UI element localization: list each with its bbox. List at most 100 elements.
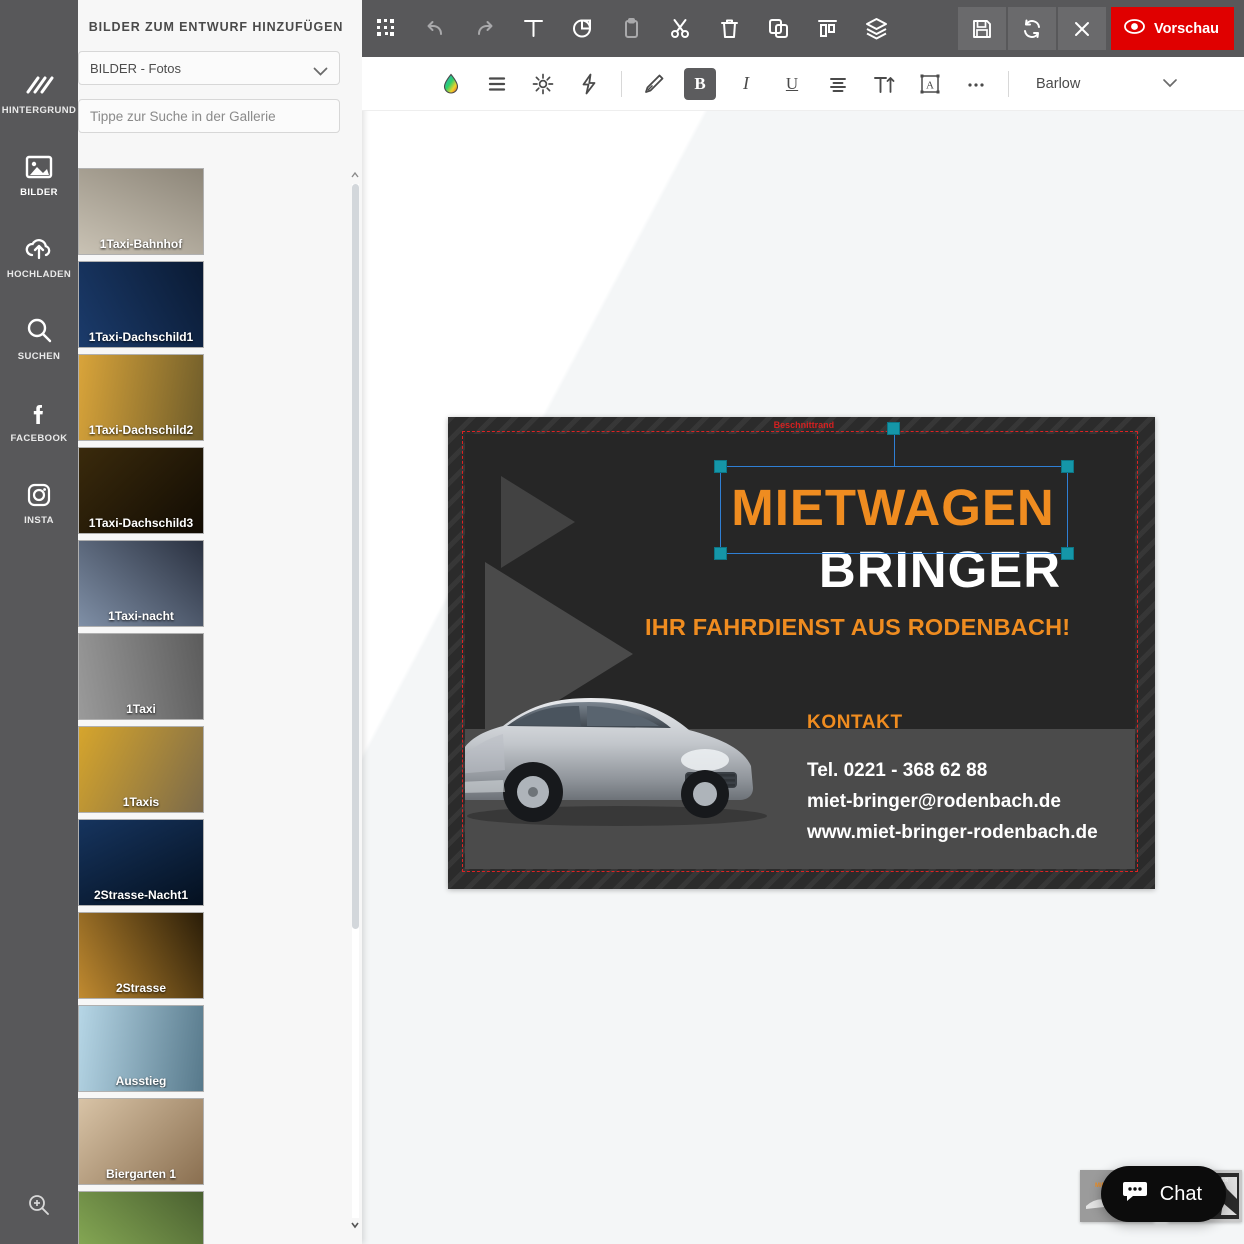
bold-button[interactable]: B (684, 67, 716, 100)
scroll-down-icon[interactable] (350, 1220, 360, 1232)
text-align-button[interactable] (815, 57, 861, 111)
selection-box[interactable] (714, 422, 1074, 560)
toolbar-right-group: Vorschau (957, 0, 1244, 57)
sidebar-item-hochladen[interactable]: HOCHLADEN (0, 226, 78, 286)
resize-handle-bottom-right[interactable] (1061, 547, 1074, 560)
pen-button[interactable] (631, 57, 677, 111)
image-gallery-panel: BILDER ZUM ENTWURF HINZUFÜGEN BILDER - F… (56, 0, 362, 1244)
sidebar-item-facebook[interactable]: FACEBOOK (0, 390, 78, 450)
zoom-in-button[interactable] (0, 1170, 78, 1244)
gallery-thumbnail[interactable]: 1Taxi-nacht (78, 540, 204, 627)
sidebar-item-suchen[interactable]: SUCHEN (0, 308, 78, 368)
undo-button[interactable] (411, 0, 460, 57)
save-button[interactable] (957, 7, 1006, 50)
duplicate-icon (769, 19, 788, 38)
gallery-thumbnail[interactable]: 1Taxi-Bahnhof (78, 168, 204, 255)
thumbnail-label: 2Strasse-Nacht1 (93, 888, 189, 902)
shape-icon (573, 19, 591, 38)
canvas-stage[interactable]: MIETWAGEN BRINGER IHR FAHRDIENST AUS ROD… (362, 111, 1244, 1244)
resize-handle-bottom-left[interactable] (714, 547, 727, 560)
more-icon (968, 82, 984, 87)
line-spacing-button[interactable] (474, 57, 520, 111)
text-frame-icon: A (920, 74, 940, 93)
gallery-thumbnail[interactable]: Ausstieg (78, 1005, 204, 1092)
delete-button[interactable] (705, 0, 754, 57)
text-frame-button[interactable]: A (907, 57, 953, 111)
scroll-up-icon[interactable] (350, 170, 360, 182)
gallery-thumbnail[interactable]: Biergarten 1 (78, 1098, 204, 1185)
paste-button[interactable] (607, 0, 656, 57)
thumbnail-label: 1Taxi-Dachschild1 (88, 330, 194, 344)
app-root: HINTERGRUND BILDER HOCHLADEN SUCHEN FACE… (0, 0, 1244, 1244)
add-shape-button[interactable] (558, 0, 607, 57)
gallery-thumbnail[interactable]: 1Taxi-Dachschild3 (78, 447, 204, 534)
scrollbar-thumb[interactable] (352, 184, 359, 929)
close-icon (1074, 21, 1089, 36)
design-card[interactable]: MIETWAGEN BRINGER IHR FAHRDIENST AUS ROD… (448, 417, 1155, 889)
add-text-button[interactable] (509, 0, 558, 57)
effects-button[interactable] (566, 57, 612, 111)
resize-handle-top-right[interactable] (1061, 460, 1074, 473)
image-icon (22, 150, 56, 184)
text-size-button[interactable] (861, 57, 907, 111)
duplicate-button[interactable] (754, 0, 803, 57)
more-options-button[interactable] (953, 57, 999, 111)
cut-button[interactable] (656, 0, 705, 57)
redo-button[interactable] (460, 0, 509, 57)
chat-widget-label: Chat (1159, 1182, 1202, 1205)
resize-handle-top-left[interactable] (714, 460, 727, 473)
gallery-thumbnail[interactable]: 1Taxi (78, 633, 204, 720)
layers-button[interactable] (852, 0, 901, 57)
eye-icon (1123, 15, 1146, 42)
rotate-handle[interactable] (887, 422, 900, 435)
undo-icon (427, 21, 442, 35)
underline-button[interactable]: U (769, 57, 815, 111)
clipboard-icon (625, 18, 638, 38)
sidebar-item-insta[interactable]: INSTA (0, 472, 78, 532)
upload-cloud-icon (22, 232, 56, 266)
align-button[interactable] (803, 0, 852, 57)
category-select-value: BILDER - Fotos (90, 60, 182, 76)
car-image (465, 698, 767, 826)
sidebar-item-hintergrund[interactable]: HINTERGRUND (0, 62, 78, 122)
gallery-thumbnail[interactable]: 1Taxi-Dachschild1 (78, 261, 204, 348)
contact-line-phone: Tel. 0221 - 368 62 88 (807, 760, 988, 781)
gallery-thumbnail[interactable]: Biergarten 2 (78, 1191, 204, 1244)
left-icon-rail: HINTERGRUND BILDER HOCHLADEN SUCHEN FACE… (0, 0, 78, 1244)
gallery-thumbnail[interactable]: 2Strasse-Nacht1 (78, 819, 204, 906)
chat-bubble-icon (1121, 1177, 1149, 1211)
sidebar-label-hintergrund: HINTERGRUND (1, 105, 77, 116)
gallery-scrollbar[interactable] (350, 170, 360, 1232)
chevron-down-icon (1162, 76, 1178, 92)
sidebar-label-facebook: FACEBOOK (10, 433, 68, 444)
font-family-select[interactable]: Barlow (1036, 76, 1178, 92)
gallery-thumbnail[interactable]: 2Strasse (78, 912, 204, 999)
qr-code-button[interactable] (362, 0, 411, 57)
text-size-icon (874, 76, 895, 93)
italic-button[interactable]: I (723, 57, 769, 111)
category-select[interactable]: BILDER - Fotos (78, 51, 340, 85)
gallery-thumbnail[interactable]: 1Taxi-Dachschild2 (78, 354, 204, 441)
toolbar-divider-2 (1008, 70, 1009, 97)
main-toolbar: Vorschau (362, 0, 1244, 57)
close-button[interactable] (1057, 7, 1106, 50)
sync-button[interactable] (1007, 7, 1056, 50)
contact-line-web: www.miet-bringer-rodenbach.de (807, 821, 1098, 843)
thumbnail-label: 1Taxi (126, 702, 156, 716)
canvas-subtitle[interactable]: IHR FAHRDIENST AUS RODENBACH! (645, 614, 1070, 641)
canvas-contact-heading[interactable]: KONTAKT (807, 712, 903, 734)
brightness-button[interactable] (520, 57, 566, 111)
gallery-thumbnail[interactable]: 1Taxis (78, 726, 204, 813)
sidebar-item-bilder[interactable]: BILDER (0, 144, 78, 204)
redo-icon (478, 21, 493, 35)
color-button[interactable] (428, 57, 474, 111)
preview-button[interactable]: Vorschau (1110, 7, 1234, 50)
canvas-contact-lines[interactable]: Tel. 0221 - 368 62 88 miet-bringer@roden… (807, 756, 1098, 848)
sidebar-label-bilder: BILDER (20, 187, 58, 198)
gallery-search-input[interactable] (78, 99, 340, 133)
trash-icon (721, 19, 738, 38)
qr-code-icon (376, 18, 394, 36)
thumbnail-grid: 1Taxi-Bahnhof 1Taxi-Dachschild1 1Taxi-Dach… (78, 168, 334, 1244)
refresh-icon (1023, 19, 1040, 38)
chat-widget-button[interactable]: Chat (1100, 1166, 1226, 1222)
